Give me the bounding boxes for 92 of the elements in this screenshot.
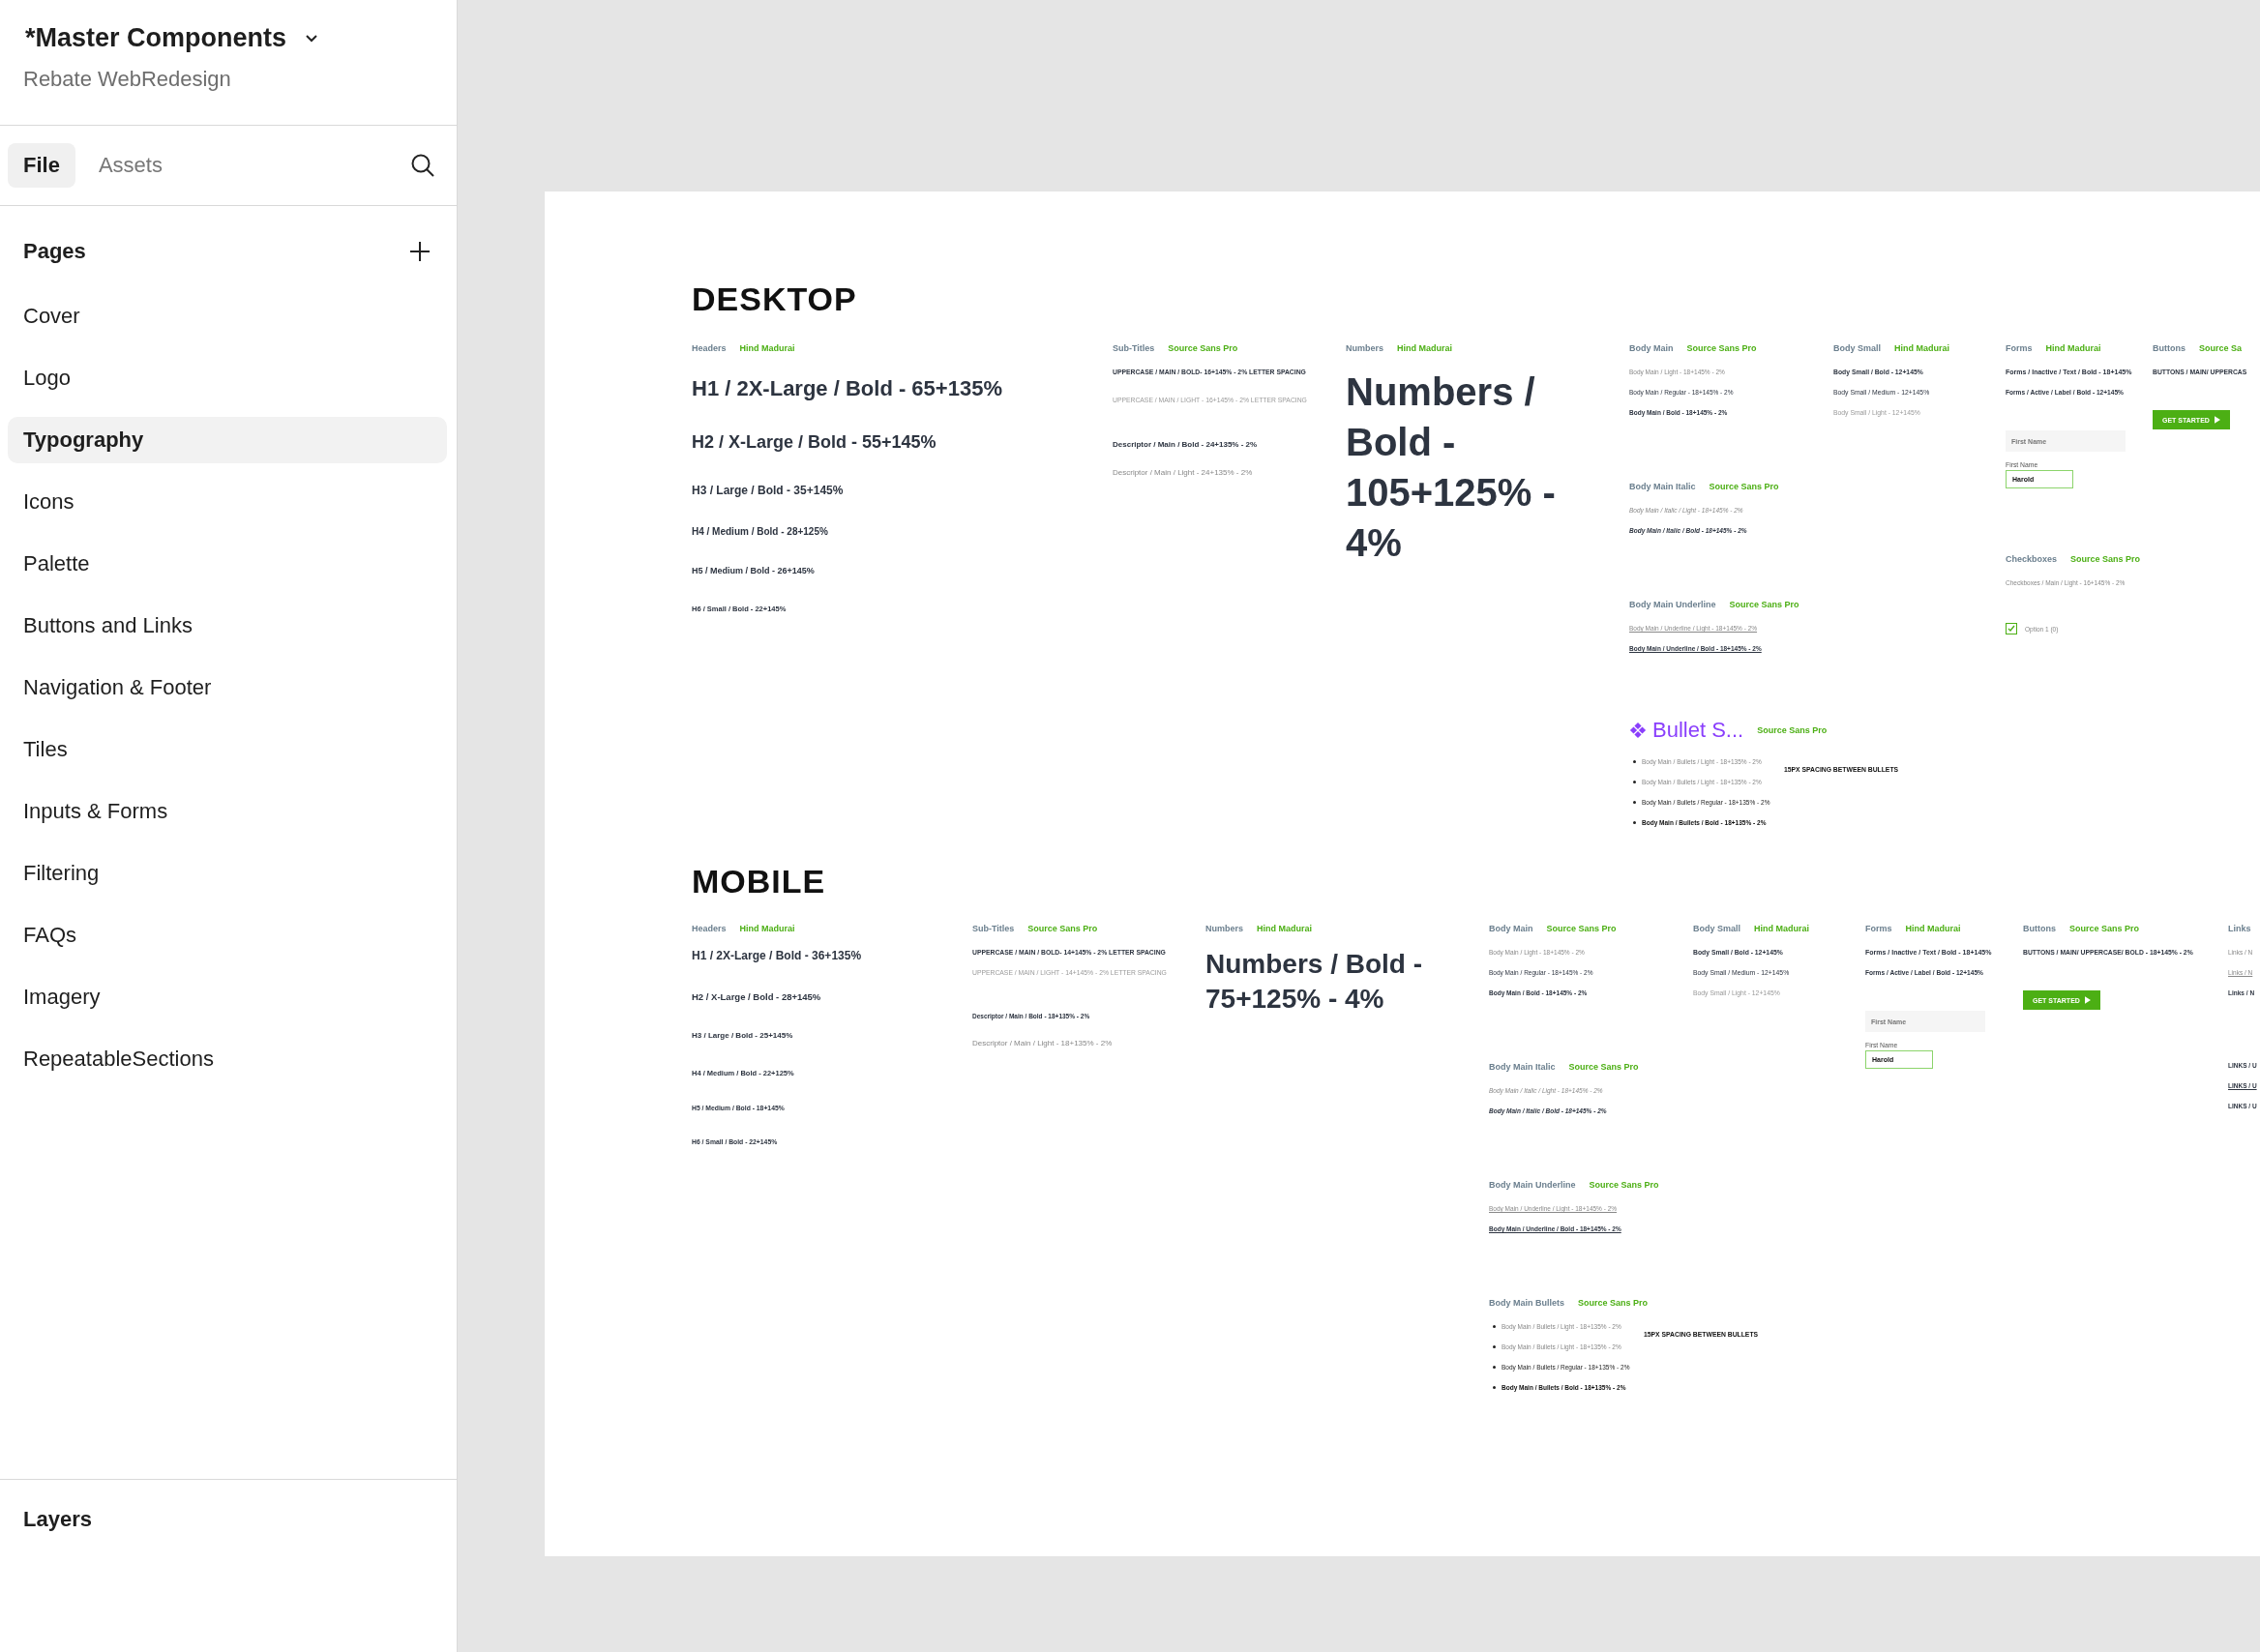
page-item[interactable]: Filtering [8,850,447,897]
font-name: Source Sans Pro [1589,1180,1659,1190]
font-name: Hind Madurai [1754,924,1810,933]
bullet-icon [1633,781,1636,783]
font-name: Source Sa [2199,343,2243,353]
bullet-icon [1493,1386,1496,1389]
section-label: Body Main [1629,343,1674,353]
section-label: Numbers [1205,924,1243,933]
section-label: Body Main Underline [1489,1180,1576,1190]
component-label[interactable]: Bullet S... [1629,718,1744,743]
bullet-icon [1633,821,1636,824]
bullet-icon [1633,801,1636,804]
page-item[interactable]: Typography [8,417,447,463]
section-label: Body Small [1693,924,1740,933]
component-icon [1629,722,1647,739]
font-name: Source Sans Pro [1546,924,1617,933]
page-item[interactable]: Palette [8,541,447,587]
type-sample: H1 / 2X-Large / Bold - 36+135% [692,949,862,962]
font-name: Source Sans Pro [2070,554,2141,564]
page-item[interactable]: Tiles [8,726,447,773]
section-label: Links [2228,924,2251,933]
section-label: Body Main Underline [1629,600,1716,609]
font-name: Hind Madurai [1397,343,1453,353]
search-icon[interactable] [410,153,435,178]
checkbox[interactable] [2006,623,2017,634]
section-label: Body Small [1833,343,1881,353]
font-name: Source Sans Pro [2069,924,2140,933]
font-name: Source Sans Pro [1578,1298,1649,1308]
font-name: Source Sans Pro [1027,924,1098,933]
type-sample: H3 / Large / Bold - 35+145% [692,484,844,497]
chevron-down-icon[interactable] [306,34,318,43]
type-sample: H4 / Medium / Bold - 28+125% [692,526,828,537]
type-sample: H2 / X-Large / Bold - 55+145% [692,432,937,453]
play-icon [2084,996,2091,1004]
type-sample: Numbers / Bold - 75+125% - 4% [1205,948,1423,1017]
font-name: Hind Madurai [1257,924,1313,933]
section-label: Buttons [2153,343,2186,353]
section-label: Body Main Italic [1629,482,1696,491]
board-title: DESKTOP [692,280,857,318]
type-sample: H5 / Medium / Bold - 26+145% [692,566,815,575]
page-item[interactable]: Navigation & Footer [8,664,447,711]
type-sample: H2 / X-Large / Bold - 28+145% [692,991,821,1002]
bullet-icon [1493,1366,1496,1369]
type-sample: Descriptor / Main / Light - 24+135% - 2% [1113,468,1253,477]
bullet-icon [1493,1325,1496,1328]
sidebar-tab[interactable]: File [8,143,75,188]
font-name: Hind Madurai [2045,343,2101,353]
section-label: Buttons [2023,924,2056,933]
file-title[interactable]: *Master Components [25,23,287,53]
project-name: Rebate WebRedesign [23,67,232,92]
page-item[interactable]: RepeatableSections [8,1036,447,1082]
type-sample: Numbers / Bold - 105+125% - 4% [1346,369,1557,566]
play-icon [2214,416,2220,424]
section-label: Headers [692,343,727,353]
pages-heading: Pages [23,239,86,264]
font-name: Source Sans Pro [1168,343,1238,353]
page-item[interactable]: Logo [8,355,447,401]
section-label: Forms [2006,343,2033,353]
page-item[interactable]: Inputs & Forms [8,788,447,835]
page-item[interactable]: Imagery [8,974,447,1020]
page-item[interactable]: Icons [8,479,447,525]
section-label: Body Main Bullets [1489,1298,1564,1308]
font-name: Source Sans Pro [1709,482,1779,491]
layers-heading: Layers [23,1507,92,1531]
page-item[interactable]: FAQs [8,912,447,959]
font-name: Source Sans Pro [1686,343,1757,353]
bullet-icon [1493,1345,1496,1348]
board-title: MOBILE [692,863,826,900]
font-name: Hind Madurai [739,924,795,933]
section-label: Checkboxes [2006,554,2058,564]
section-label: Numbers [1346,343,1383,353]
type-sample: Descriptor / Main / Light - 18+135% - 2% [972,1039,1113,1047]
page-item[interactable]: Cover [8,293,447,339]
section-label: Sub-Titles [972,924,1015,933]
section-label: Body Main [1489,924,1533,933]
add-icon[interactable] [408,240,431,263]
font-name: Hind Madurai [739,343,795,353]
section-label: Headers [692,924,727,933]
font-name: Source Sans Pro [1568,1062,1639,1072]
type-sample: H1 / 2X-Large / Bold - 65+135% [692,376,1002,401]
type-sample: Descriptor / Main / Bold - 24+135% - 2% [1113,440,1258,449]
font-name: Hind Madurai [1905,924,1961,933]
section-label: Body Main Italic [1489,1062,1556,1072]
font-name: Hind Madurai [1894,343,1950,353]
section-label: Forms [1865,924,1892,933]
section-label: Sub-Titles [1113,343,1155,353]
page-item[interactable]: Buttons and Links [8,603,447,649]
type-sample: H3 / Large / Bold - 25+145% [692,1031,793,1040]
sidebar-tab[interactable]: Assets [82,143,178,188]
bullet-icon [1633,760,1636,763]
font-name: Source Sans Pro [1757,725,1828,735]
font-name: Source Sans Pro [1729,600,1799,609]
